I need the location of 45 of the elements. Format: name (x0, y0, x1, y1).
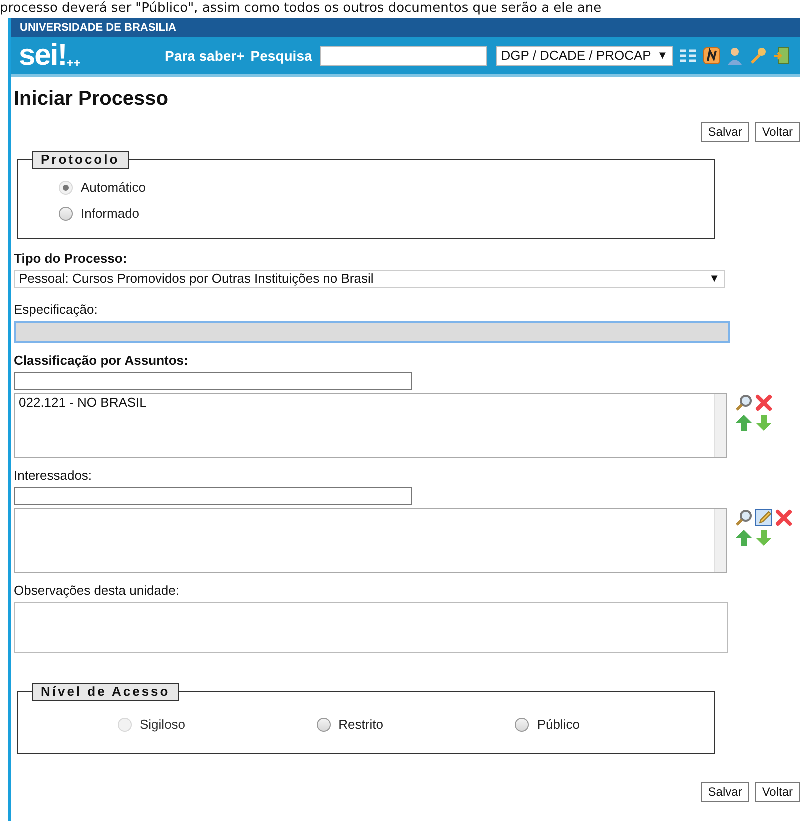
scrollbar[interactable] (714, 509, 726, 572)
radio-option[interactable]: Informado (59, 206, 714, 222)
wrench-icon[interactable] (749, 46, 768, 64)
field-label: Especificação: (14, 302, 99, 318)
form-button[interactable]: Salvar (701, 782, 750, 802)
list-box[interactable] (14, 508, 727, 573)
form-button[interactable]: Voltar (755, 122, 800, 142)
search-icon[interactable] (735, 509, 753, 527)
form-button[interactable]: Salvar (701, 122, 750, 142)
form-button[interactable]: Voltar (755, 782, 800, 802)
note-icon[interactable] (703, 46, 722, 64)
document-text: processo deverá ser "Público", assim como todos os outros documentos que serão a ele ane (0, 0, 602, 18)
institution-name: UNIVERSIDADE DE BRASILIA (20, 20, 176, 36)
notes-field[interactable] (14, 602, 728, 653)
arrow-up-icon[interactable] (735, 529, 753, 547)
interested-field[interactable] (14, 487, 412, 505)
user-icon[interactable] (727, 46, 744, 64)
exit-icon[interactable] (773, 46, 792, 64)
arrow-down-icon[interactable] (755, 414, 773, 432)
subject-field[interactable] (14, 372, 412, 390)
close-icon[interactable] (775, 509, 793, 527)
edit-icon[interactable] (755, 509, 773, 527)
field-label: Observações desta unidade: (14, 583, 180, 599)
unit-select[interactable]: DGP / DCADE / PROCAP ▼ (496, 46, 674, 66)
fieldset-legend: Nível de Acesso (32, 683, 180, 701)
field-label: Classificação por Assuntos: (14, 353, 190, 369)
field-label: Tipo do Processo: (14, 251, 128, 267)
close-icon[interactable] (755, 394, 773, 412)
list-box[interactable]: 022.121 - NO BRASIL (14, 393, 727, 458)
radio-button[interactable] (316, 718, 331, 732)
radio-button[interactable] (59, 207, 73, 221)
field-label: Interessados: (14, 468, 94, 484)
radio-option[interactable]: Restrito (316, 717, 516, 733)
search-field[interactable] (320, 46, 488, 66)
arrow-down-icon[interactable] (755, 529, 773, 547)
radio-option[interactable]: Público (515, 717, 714, 733)
arrow-up-icon[interactable] (735, 414, 753, 432)
process-type-select[interactable]: Pessoal: Cursos Promovidos por Outras Instituições no Brasil ▼ (14, 270, 725, 288)
radio-button[interactable] (515, 718, 530, 732)
scrollbar[interactable] (714, 394, 726, 457)
page-title: Iniciar Processo (14, 87, 170, 111)
search-icon[interactable] (735, 394, 753, 412)
list-icon[interactable] (679, 48, 698, 64)
fieldset-legend: Protocolo (32, 151, 129, 169)
list-item[interactable]: 022.121 - NO BRASIL (19, 395, 147, 411)
